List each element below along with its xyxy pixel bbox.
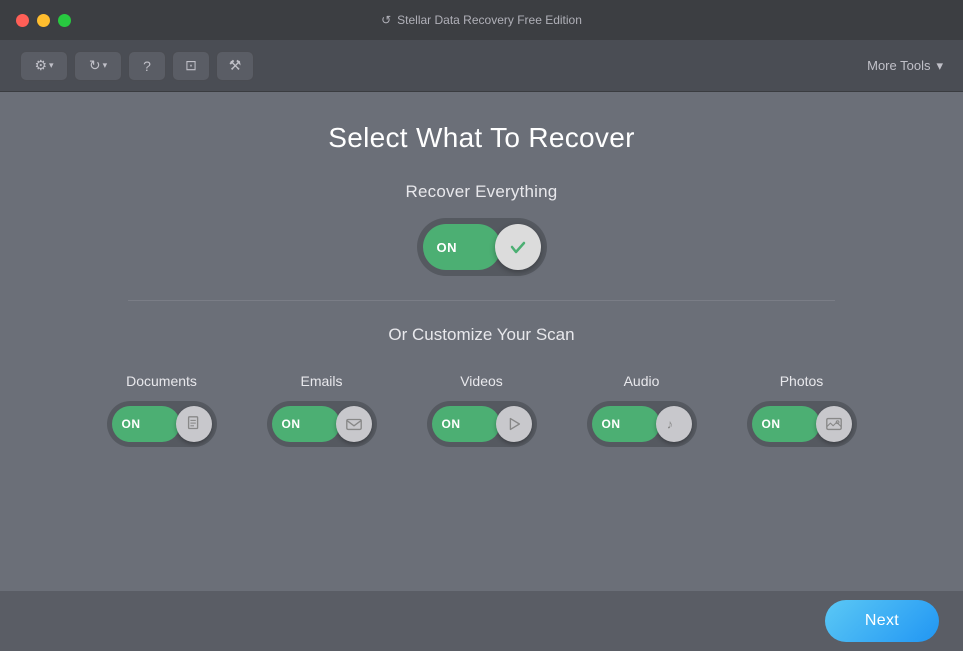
cart-icon: ⊡ (185, 57, 197, 74)
gear-icon: ⚙ (34, 57, 47, 74)
page-title: Select What To Recover (328, 122, 634, 154)
audio-toggle[interactable]: ON ♪ (587, 401, 697, 447)
audio-label: Audio (624, 373, 660, 389)
title-bar: ↺ Stellar Data Recovery Free Edition (0, 0, 963, 40)
help-icon: ? (143, 58, 151, 74)
videos-toggle-on: ON (432, 406, 500, 442)
help-button[interactable]: ? (128, 51, 166, 81)
next-button[interactable]: Next (825, 600, 939, 642)
more-tools-arrow: ▾ (936, 58, 943, 74)
settings-button[interactable]: ⚙ ▾ (20, 51, 68, 81)
maximize-button[interactable] (58, 14, 71, 27)
audio-toggle-on: ON (592, 406, 660, 442)
videos-knob (496, 406, 532, 442)
close-button[interactable] (16, 14, 29, 27)
recover-everything-label: Recover Everything (406, 182, 558, 202)
traffic-lights (16, 14, 71, 27)
documents-toggle[interactable]: ON (107, 401, 217, 447)
emails-knob (336, 406, 372, 442)
minimize-button[interactable] (37, 14, 50, 27)
videos-toggle[interactable]: ON (427, 401, 537, 447)
section-divider (128, 300, 834, 301)
wrench-icon: ⚒ (229, 57, 242, 74)
more-tools-button[interactable]: More Tools ▾ (867, 58, 943, 74)
customize-section: Or Customize Your Scan Documents ON (40, 325, 923, 447)
emails-toggle[interactable]: ON (267, 401, 377, 447)
categories-row: Documents ON (107, 373, 857, 447)
photos-label: Photos (780, 373, 824, 389)
recover-everything-toggle[interactable]: ON (417, 218, 547, 276)
category-videos: Videos ON (427, 373, 537, 447)
app-icon: ↺ (381, 13, 391, 27)
audio-knob: ♪ (656, 406, 692, 442)
photos-knob (816, 406, 852, 442)
wrench-button[interactable]: ⚒ (216, 51, 254, 81)
customize-label: Or Customize Your Scan (388, 325, 574, 345)
toolbar-left: ⚙ ▾ ↻ ▾ ? ⊡ ⚒ (20, 51, 254, 81)
category-photos: Photos ON (747, 373, 857, 447)
refresh-button[interactable]: ↻ ▾ (74, 51, 122, 81)
window-title: ↺ Stellar Data Recovery Free Edition (381, 13, 582, 27)
emails-toggle-on: ON (272, 406, 340, 442)
photos-toggle-on: ON (752, 406, 820, 442)
toolbar: ⚙ ▾ ↻ ▾ ? ⊡ ⚒ More Tools ▾ (0, 40, 963, 92)
bottom-bar: Next (0, 591, 963, 651)
refresh-icon: ↻ (89, 57, 101, 74)
documents-toggle-on: ON (112, 406, 180, 442)
svg-text:♪: ♪ (666, 418, 672, 432)
toggle-knob (495, 224, 541, 270)
category-emails: Emails ON (267, 373, 377, 447)
photos-toggle[interactable]: ON (747, 401, 857, 447)
toggle-on-label: ON (423, 224, 501, 270)
main-content: Select What To Recover Recover Everythin… (0, 92, 963, 591)
settings-dropdown-arrow: ▾ (49, 60, 54, 71)
documents-knob (176, 406, 212, 442)
category-documents: Documents ON (107, 373, 217, 447)
videos-label: Videos (460, 373, 503, 389)
app-title-text: Stellar Data Recovery Free Edition (397, 13, 582, 27)
more-tools-label: More Tools (867, 58, 930, 73)
emails-label: Emails (300, 373, 342, 389)
cart-button[interactable]: ⊡ (172, 51, 210, 81)
documents-label: Documents (126, 373, 197, 389)
refresh-dropdown-arrow: ▾ (103, 60, 108, 71)
category-audio: Audio ON ♪ (587, 373, 697, 447)
